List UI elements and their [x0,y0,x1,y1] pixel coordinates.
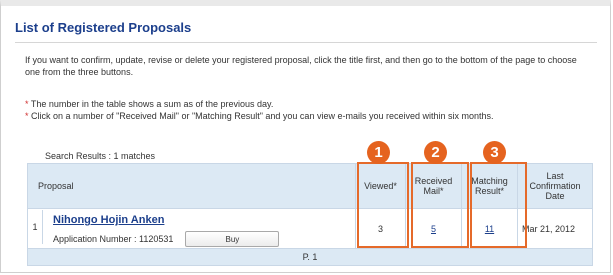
table-row: 1 Nihongo Hojin Anken Application Number… [27,208,593,249]
note-2: * Click on a number of "Received Mail" o… [25,111,494,122]
note-text: The number in the table shows a sum as o… [30,99,274,109]
proposal-cell: 1 Nihongo Hojin Anken Application Number… [27,208,356,249]
note-1: * The number in the table shows a sum as… [25,99,273,110]
page-indicator: P. 1 [27,248,593,266]
received-mail-cell: 5 [405,208,462,249]
pager-row: P. 1 [27,248,593,266]
intro-text: If you want to confirm, update, revise o… [25,55,577,77]
note-marker: * [25,111,29,121]
received-mail-link[interactable]: 5 [431,224,436,234]
page-title: List of Registered Proposals [15,20,192,35]
viewed-count: 3 [355,208,406,249]
header-viewed: Viewed* [355,163,406,209]
header-proposal: Proposal [27,163,356,209]
proposals-table: Proposal Viewed* Received Mail* Matching… [27,163,593,270]
matching-result-cell: 11 [461,208,518,249]
callout-badge-1: 1 [367,141,390,164]
title-divider [15,42,597,43]
callout-badge-3: 3 [483,141,506,164]
proposal-title-link[interactable]: Nihongo Hojin Anken [53,214,279,226]
last-confirmation-date: Mar 21, 2012 [517,208,593,249]
matching-result-link[interactable]: 11 [485,224,494,234]
header-last-confirmation: Last Confirmation Date [517,163,593,209]
header-received-mail: Received Mail* [405,163,462,209]
callout-badge-2: 2 [424,141,447,164]
row-index: 1 [28,210,43,244]
note-text: Click on a number of "Received Mail" or … [31,111,494,121]
header-matching-result: Matching Result* [461,163,518,209]
application-number: Application Number : 1120531 [53,234,174,244]
table-header-row: Proposal Viewed* Received Mail* Matching… [27,163,593,209]
note-marker: * [25,99,29,109]
search-results-count: Search Results : 1 matches [45,151,156,161]
buy-button[interactable]: Buy [185,231,280,247]
